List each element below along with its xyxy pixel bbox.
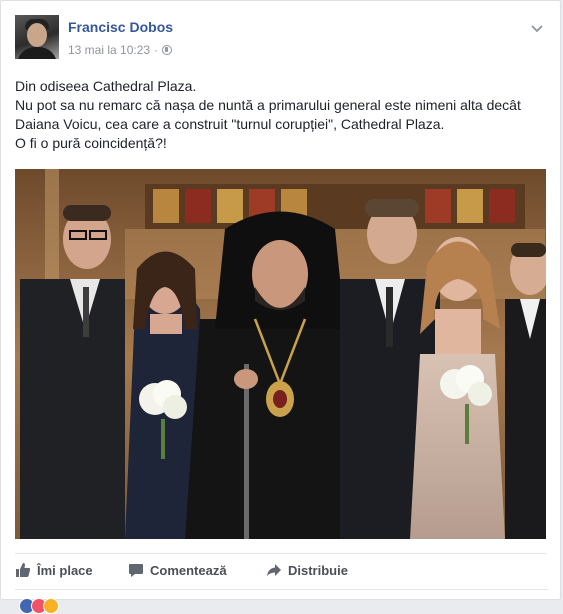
globe-icon[interactable]: [162, 45, 173, 55]
comment-icon: [129, 564, 143, 577]
comment-button[interactable]: Comentează: [128, 560, 227, 580]
post-text-line: Din odiseea Cathedral Plaza.: [15, 78, 197, 94]
post-timestamp[interactable]: 13 mai la 10:23: [68, 43, 150, 57]
like-button-label: Îmi place: [37, 562, 93, 578]
post-photo[interactable]: [15, 169, 546, 539]
author-name-link[interactable]: Francisc Dobos: [68, 19, 173, 35]
meta-separator: ·: [154, 43, 159, 57]
share-button-label: Distribuie: [288, 562, 348, 578]
thumbs-up-icon: [16, 563, 31, 577]
post-header: Francisc Dobos 13 mai la 10:23 ·: [15, 15, 546, 61]
chevron-down-icon[interactable]: [530, 21, 544, 35]
haha-reaction-icon: [43, 598, 59, 614]
post-card: Francisc Dobos 13 mai la 10:23 · Din odi…: [0, 0, 561, 614]
post-meta: 13 mai la 10:23 ·: [68, 43, 173, 57]
reactions-summary[interactable]: [15, 589, 548, 614]
like-button[interactable]: Îmi place: [15, 560, 93, 580]
post-text-line: O fi o pură coincidență?!: [15, 135, 167, 151]
share-button[interactable]: Distribuie: [266, 560, 348, 580]
post-actions-bar: Îmi place Comentează Distribuie: [15, 553, 546, 584]
comment-button-label: Comentează: [150, 562, 227, 578]
author-avatar[interactable]: [15, 15, 59, 59]
icon-row: [145, 184, 525, 229]
share-arrow-icon: [267, 564, 281, 576]
post-text: Din odiseea Cathedral Plaza. Nu pot sa n…: [15, 77, 545, 153]
post-text-line: Nu pot sa nu remarc că nașa de nuntă a p…: [15, 97, 521, 132]
